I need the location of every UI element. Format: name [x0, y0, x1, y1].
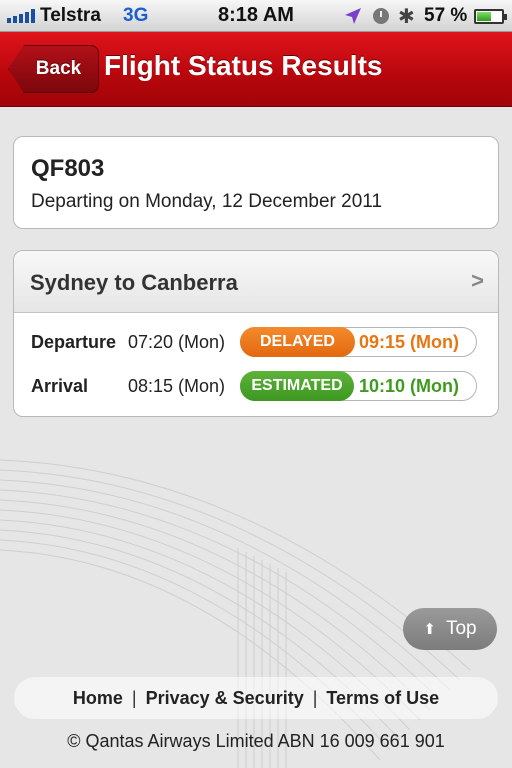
footer-links: Home | Privacy & Security | Terms of Use	[14, 677, 498, 719]
departure-scheduled-time: 07:20 (Mon)	[128, 332, 226, 352]
departure-date: Departing on Monday, 12 December 2011	[31, 191, 383, 212]
battery-level	[477, 12, 491, 21]
battery-icon	[474, 9, 507, 24]
flight-number: QF803	[31, 155, 105, 182]
route-header[interactable]: Sydney to Canberra >	[14, 251, 498, 313]
clock-icon	[373, 8, 389, 24]
route-title: Sydney to Canberra	[30, 270, 238, 295]
copyright-text: © Qantas Airways Limited ABN 16 009 661 …	[67, 731, 445, 751]
signal-icon	[7, 9, 35, 23]
scroll-top-button[interactable]: ⬆ Top	[403, 608, 497, 650]
route-card: Sydney to Canberra > Departure 07:20 (Mo…	[13, 250, 499, 417]
chevron-right-icon: >	[471, 268, 484, 293]
footer-separator: |	[131, 687, 137, 708]
battery-percent: 57 %	[424, 5, 468, 26]
footer-link-privacy[interactable]: Privacy & Security	[146, 688, 304, 709]
network-type: 3G	[123, 5, 149, 26]
departure-label: Departure	[31, 332, 117, 352]
departure-status-pill: DELAYED 09:15 (Mon)	[240, 327, 477, 357]
arrival-new-time: 10:10 (Mon)	[359, 376, 460, 396]
back-button[interactable]: Back	[8, 45, 99, 93]
arrival-label: Arrival	[31, 376, 89, 396]
status-badge-delayed: DELAYED	[240, 327, 355, 357]
departure-new-time: 09:15 (Mon)	[359, 332, 460, 352]
footer-link-home[interactable]: Home	[73, 688, 123, 709]
status-bar: Telstra 3G 8:18 AM ✱ 57 %	[0, 0, 512, 32]
flight-info-card: QF803 Departing on Monday, 12 December 2…	[13, 136, 499, 229]
departure-row: Departure 07:20 (Mon) DELAYED 09:15 (Mon…	[14, 327, 498, 357]
arrow-up-icon: ⬆	[423, 620, 436, 638]
arrival-scheduled-time: 08:15 (Mon)	[128, 376, 226, 396]
location-icon	[345, 8, 361, 24]
nav-bar: Back Flight Status Results	[0, 32, 512, 107]
status-badge-estimated: ESTIMATED	[240, 371, 354, 401]
arrival-status-pill: ESTIMATED 10:10 (Mon)	[240, 371, 477, 401]
carrier-name: Telstra	[40, 5, 101, 26]
bluetooth-icon: ✱	[398, 4, 415, 28]
page-title: Flight Status Results	[104, 50, 383, 81]
footer-link-terms[interactable]: Terms of Use	[326, 688, 439, 709]
top-button-label: Top	[445, 618, 477, 639]
footer-separator: |	[312, 687, 318, 708]
arrival-row: Arrival 08:15 (Mon) ESTIMATED 10:10 (Mon…	[14, 371, 498, 401]
